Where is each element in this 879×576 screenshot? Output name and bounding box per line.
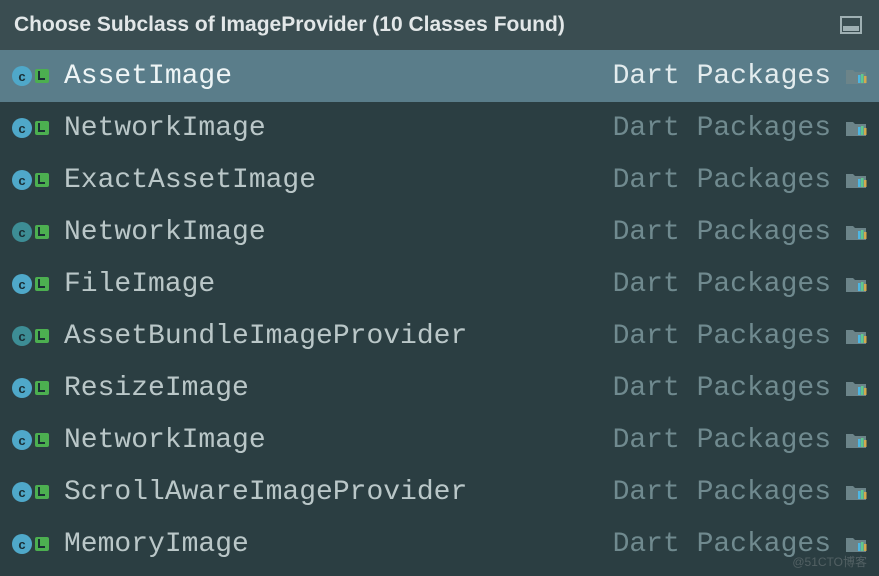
- class-icon: c: [12, 66, 32, 86]
- subclass-marker-icon: [35, 121, 49, 135]
- class-icon: c: [12, 326, 32, 346]
- class-icon-group: c: [12, 118, 56, 138]
- class-location: Dart Packages: [613, 477, 831, 508]
- class-icon: c: [12, 378, 32, 398]
- class-icon-group: c: [12, 274, 56, 294]
- class-icon-group: c: [12, 482, 56, 502]
- subclass-marker-icon: [35, 485, 49, 499]
- library-folder-icon: [845, 67, 867, 85]
- class-icon-group: c: [12, 222, 56, 242]
- class-name: NetworkImage: [64, 425, 605, 456]
- library-folder-icon: [845, 223, 867, 241]
- library-folder-icon: [845, 275, 867, 293]
- subclass-marker-icon: [35, 225, 49, 239]
- subclass-marker-icon: [35, 277, 49, 291]
- subclass-marker-icon: [35, 537, 49, 551]
- library-folder-icon: [845, 327, 867, 345]
- list-item[interactable]: c FileImage Dart Packages: [0, 258, 879, 310]
- class-icon-group: c: [12, 378, 56, 398]
- class-name: FileImage: [64, 269, 605, 300]
- class-name: ResizeImage: [64, 373, 605, 404]
- class-icon: c: [12, 430, 32, 450]
- watermark: @51CTO博客: [792, 553, 867, 570]
- list-item[interactable]: c NetworkImage Dart Packages: [0, 206, 879, 258]
- class-location: Dart Packages: [613, 269, 831, 300]
- class-icon: c: [12, 170, 32, 190]
- class-name: ExactAssetImage: [64, 165, 605, 196]
- list-item[interactable]: c AssetImage Dart Packages: [0, 50, 879, 102]
- list-item[interactable]: c NetworkImage Dart Packages: [0, 414, 879, 466]
- class-location: Dart Packages: [613, 425, 831, 456]
- class-name: ScrollAwareImageProvider: [64, 477, 605, 508]
- list-item[interactable]: cMemoryImageDart Packages: [0, 518, 879, 570]
- titlebar-text: Choose Subclass of ImageProvider (10 Cla…: [14, 13, 565, 37]
- subclass-marker-icon: [35, 329, 49, 343]
- class-icon-group: c: [12, 326, 56, 346]
- class-location: Dart Packages: [613, 61, 831, 92]
- class-icon: c: [12, 222, 32, 242]
- subclass-marker-icon: [35, 381, 49, 395]
- list-item[interactable]: c AssetBundleImageProvider Dart Packages: [0, 310, 879, 362]
- subclass-marker-icon: [35, 433, 49, 447]
- class-icon-group: c: [12, 170, 56, 190]
- list-item[interactable]: c ExactAssetImage Dart Packages: [0, 154, 879, 206]
- library-folder-icon: [845, 483, 867, 501]
- list-item[interactable]: c ScrollAwareImageProvider Dart Packages: [0, 466, 879, 518]
- class-name: AssetBundleImageProvider: [64, 321, 605, 352]
- class-icon: c: [12, 118, 32, 138]
- library-folder-icon: [845, 379, 867, 397]
- class-name: NetworkImage: [64, 113, 605, 144]
- class-location: Dart Packages: [613, 165, 831, 196]
- library-folder-icon: [845, 431, 867, 449]
- class-name: NetworkImage: [64, 217, 605, 248]
- class-location: Dart Packages: [613, 373, 831, 404]
- class-list: c AssetImage Dart Packages c NetworkImage Dar…: [0, 50, 879, 570]
- titlebar: Choose Subclass of ImageProvider (10 Cla…: [0, 0, 879, 50]
- class-location: Dart Packages: [613, 321, 831, 352]
- library-folder-icon: [845, 119, 867, 137]
- subclass-marker-icon: [35, 173, 49, 187]
- class-icon: c: [12, 274, 32, 294]
- open-in-tool-window-icon[interactable]: [837, 14, 865, 36]
- class-icon: c: [12, 482, 32, 502]
- class-icon-group: c: [12, 430, 56, 450]
- class-location: Dart Packages: [613, 113, 831, 144]
- list-item[interactable]: c NetworkImage Dart Packages: [0, 102, 879, 154]
- library-folder-icon: [845, 171, 867, 189]
- class-icon-group: c: [12, 534, 56, 554]
- subclass-marker-icon: [35, 69, 49, 83]
- class-icon: c: [12, 534, 32, 554]
- class-name: MemoryImage: [64, 529, 605, 560]
- class-name: AssetImage: [64, 61, 605, 92]
- class-location: Dart Packages: [613, 217, 831, 248]
- class-icon-group: c: [12, 66, 56, 86]
- library-folder-icon: [845, 535, 867, 553]
- list-item[interactable]: c ResizeImage Dart Packages: [0, 362, 879, 414]
